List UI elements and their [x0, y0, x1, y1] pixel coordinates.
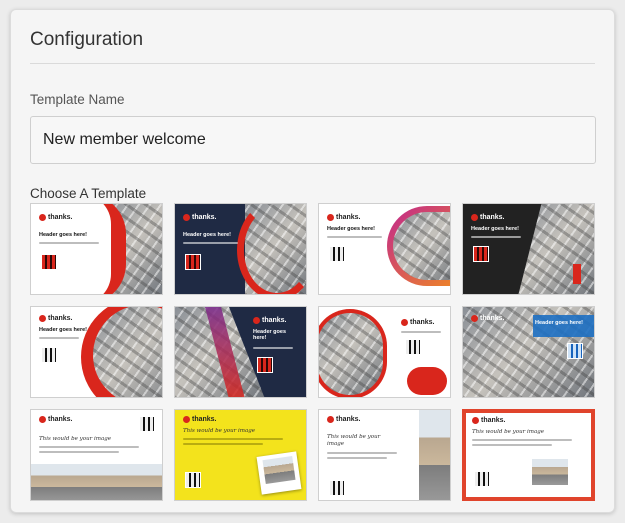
thanks-logo: thanks. — [39, 315, 73, 322]
qr-code-icon — [405, 339, 421, 355]
template-grid: thanks. Header goes here! thanks. Header… — [30, 203, 596, 503]
template-card-2[interactable]: thanks. Header goes here! — [174, 203, 307, 295]
template-card-7[interactable]: thanks. — [318, 306, 451, 398]
template-thumbnail: thanks. Header goes here! — [463, 307, 594, 397]
template-card-10[interactable]: thanks. This would be your image — [174, 409, 307, 501]
qr-code-icon — [257, 357, 273, 373]
thanks-logo: thanks. — [471, 214, 505, 221]
template-card-4[interactable]: thanks. Header goes here! — [462, 203, 595, 295]
qr-code-icon — [329, 246, 345, 262]
panel-title: Configuration — [30, 29, 144, 50]
template-name-label: Template Name — [30, 92, 125, 107]
qr-code-icon — [139, 416, 155, 432]
configuration-panel: Configuration Template Name Choose A Tem… — [10, 9, 615, 513]
qr-code-icon — [567, 343, 583, 359]
qr-code-icon — [473, 246, 489, 262]
template-card-12[interactable]: thanks. This would be your image — [462, 409, 595, 501]
choose-template-label: Choose A Template — [30, 186, 147, 201]
template-card-3[interactable]: thanks. Header goes here! — [318, 203, 451, 295]
qr-code-icon — [329, 480, 345, 496]
template-thumbnail: thanks. Header goes here! — [319, 204, 450, 294]
template-card-8[interactable]: thanks. Header goes here! — [462, 306, 595, 398]
qr-code-icon — [474, 471, 490, 487]
qr-code-icon — [41, 347, 57, 363]
template-thumbnail: thanks. Header goes here! — [175, 307, 306, 397]
qr-code-icon — [185, 254, 201, 270]
template-card-5[interactable]: thanks. Header goes here! — [30, 306, 163, 398]
template-thumbnail: thanks. — [319, 307, 450, 397]
thanks-logo: thanks. — [183, 214, 217, 221]
template-card-1[interactable]: thanks. Header goes here! — [30, 203, 163, 295]
template-thumbnail: thanks. Header goes here! — [31, 204, 162, 294]
thanks-logo: thanks. — [183, 416, 217, 423]
template-thumbnail: thanks. This would be your image — [319, 410, 450, 500]
qr-code-icon — [41, 254, 57, 270]
template-thumbnail: thanks. This would be your image — [31, 410, 162, 500]
thanks-logo: thanks. — [401, 319, 435, 326]
template-thumbnail: thanks. Header goes here! — [463, 204, 594, 294]
template-thumbnail: thanks. This would be your image — [466, 413, 591, 497]
template-card-9[interactable]: thanks. This would be your image — [30, 409, 163, 501]
template-thumbnail: thanks. Header goes here! — [31, 307, 162, 397]
template-card-11[interactable]: thanks. This would be your image — [318, 409, 451, 501]
thanks-logo: thanks. — [253, 317, 287, 324]
qr-code-icon — [185, 472, 201, 488]
template-name-input[interactable] — [30, 116, 596, 164]
thanks-logo: thanks. — [472, 417, 506, 424]
thanks-logo: thanks. — [471, 315, 505, 322]
template-card-6[interactable]: thanks. Header goes here! — [174, 306, 307, 398]
thanks-logo: thanks. — [327, 416, 361, 423]
template-thumbnail: thanks. This would be your image — [175, 410, 306, 500]
thanks-logo: thanks. — [327, 214, 361, 221]
template-thumbnail: thanks. Header goes here! — [175, 204, 306, 294]
thanks-logo: thanks. — [39, 214, 73, 221]
thanks-logo: thanks. — [39, 416, 73, 423]
title-divider — [30, 63, 595, 64]
